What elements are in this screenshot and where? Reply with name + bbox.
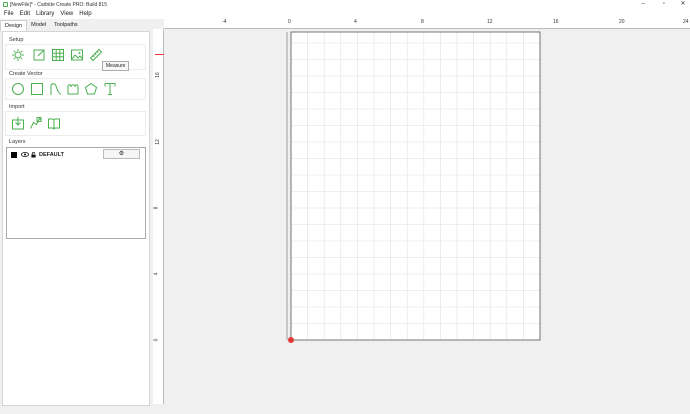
text-icon[interactable] [103, 82, 117, 96]
top-ruler-label: 12 [487, 19, 493, 25]
maximize-button[interactable]: ▫ [657, 0, 671, 9]
measure-tooltip: Measure [102, 61, 130, 71]
top-ruler-label: -4 [222, 19, 227, 25]
left-ruler-label: 16 [154, 72, 161, 78]
layer-color-swatch[interactable] [11, 151, 17, 158]
layer-settings-button[interactable]: ⚙ [103, 149, 140, 159]
eye-icon[interactable] [21, 152, 29, 157]
left-ruler [153, 29, 164, 404]
layers-section-title: Layers [9, 139, 26, 145]
tab-toolpaths[interactable]: Toolpaths [50, 20, 82, 31]
grid-icon[interactable] [51, 48, 65, 62]
curve-icon[interactable] [49, 82, 63, 96]
import-icon[interactable] [11, 116, 25, 130]
top-ruler-label: 24 [683, 19, 689, 25]
top-ruler-label: 4 [354, 19, 357, 25]
title-bar: [NewFile]* - Carbide Create PRO: Build 8… [0, 0, 690, 9]
top-ruler-label: 20 [619, 19, 625, 25]
left-ruler-label: 8 [153, 206, 160, 210]
rectangle-icon[interactable] [30, 82, 44, 96]
polyline-icon[interactable] [66, 82, 80, 96]
left-ruler-label: 4 [153, 272, 160, 276]
polygon-icon[interactable] [84, 82, 98, 96]
create-vector-section-title: Create Vector [9, 71, 43, 77]
mode-tabs: Design Model Toolpaths [0, 20, 82, 31]
layers-list [6, 147, 146, 239]
edit-document-icon[interactable] [32, 48, 46, 62]
origin-marker [288, 337, 294, 343]
import-section-title: Import [9, 104, 25, 110]
design-canvas[interactable] [164, 29, 690, 404]
gear-icon: ⚙ [118, 151, 125, 157]
library-book-icon[interactable] [47, 116, 61, 130]
menu-file[interactable]: File [4, 11, 14, 17]
image-icon[interactable] [70, 48, 84, 62]
app-icon [3, 2, 8, 7]
menu-edit[interactable]: Edit [20, 11, 30, 17]
measure-ruler-icon[interactable] [89, 48, 103, 62]
import-vector-icon[interactable] [29, 116, 43, 130]
layer-name: DEFAULT [39, 151, 64, 158]
top-ruler-label: 16 [553, 19, 559, 25]
menu-help[interactable]: Help [79, 11, 91, 17]
import-section [5, 111, 146, 136]
material-grid [286, 31, 541, 343]
tab-design[interactable]: Design [0, 20, 28, 31]
left-ruler-label: 0 [153, 338, 160, 342]
tab-model[interactable]: Model [27, 20, 50, 31]
ruler-cursor-marker [155, 54, 164, 55]
minimize-button[interactable]: – [636, 0, 650, 9]
setup-section-title: Setup [9, 37, 24, 43]
top-ruler [164, 18, 690, 29]
window-title: [NewFile]* - Carbide Create PRO: Build 8… [10, 1, 107, 8]
stock-area [291, 32, 540, 340]
job-setup-gear-icon[interactable] [11, 48, 25, 62]
top-ruler-label: 0 [288, 19, 291, 25]
menu-view[interactable]: View [60, 11, 73, 17]
circle-icon[interactable] [11, 82, 25, 96]
left-ruler-label: 12 [154, 139, 161, 145]
close-button[interactable]: ✕ [676, 0, 690, 9]
menu-library[interactable]: Library [36, 11, 54, 17]
lock-icon[interactable] [31, 151, 36, 158]
top-ruler-label: 8 [421, 19, 424, 25]
